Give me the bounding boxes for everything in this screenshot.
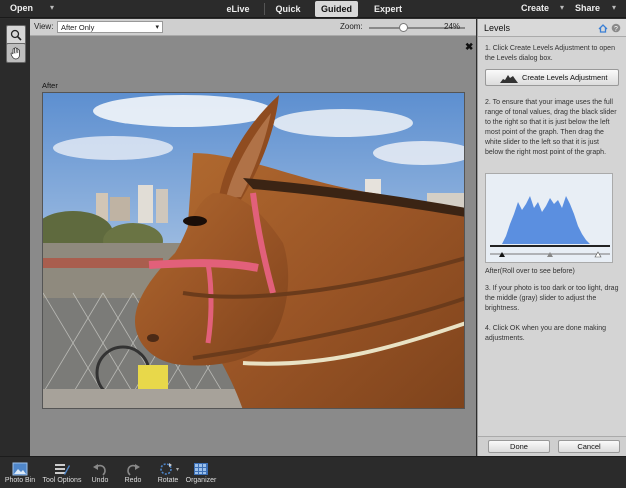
mode-expert[interactable]: Expert [366, 1, 410, 17]
open-caret-icon[interactable]: ▾ [50, 3, 54, 12]
done-button[interactable]: Done [488, 440, 550, 453]
panel-title: Levels [484, 23, 511, 33]
photo-bin-label: Photo Bin [4, 477, 36, 484]
toolbox [0, 19, 30, 456]
mule-photo [42, 92, 465, 409]
mode-separator [264, 3, 265, 15]
redo-icon [127, 464, 140, 476]
organizer-label: Organizer [185, 477, 217, 484]
zoom-label: Zoom: [340, 22, 363, 31]
after-label: After [42, 81, 58, 90]
hand-tool[interactable] [6, 43, 26, 63]
histogram-graph [486, 174, 612, 262]
view-dropdown-value: After Only [61, 23, 95, 32]
organizer-button[interactable]: Organizer [184, 461, 218, 484]
rotate-button[interactable]: ▾ Rotate [152, 461, 184, 484]
after-caption: After(Roll over to see before) [485, 268, 575, 275]
canvas-area: ✖ After [30, 36, 476, 456]
zoom-slider-handle[interactable] [399, 23, 408, 32]
photo-bin-icon [12, 462, 28, 476]
redo-button[interactable]: Redo [119, 461, 147, 484]
tool-options-label: Tool Options [42, 477, 82, 484]
undo-button[interactable]: Undo [86, 461, 114, 484]
photo-illustration [43, 93, 464, 408]
tool-options-button[interactable]: Tool Options [38, 461, 86, 484]
view-label: View: [34, 22, 54, 31]
levels-icon [500, 75, 518, 83]
mode-quick[interactable]: Quick [266, 1, 310, 17]
panel-header: Levels ? [478, 19, 626, 37]
mode-guided[interactable]: Guided [315, 1, 358, 17]
rotate-icon [160, 463, 172, 475]
create-levels-adjustment-label: Create Levels Adjustment [522, 73, 608, 82]
chevron-down-icon: ▾ [155, 24, 159, 31]
photo-bin-button[interactable]: Photo Bin [2, 461, 38, 484]
cancel-button[interactable]: Cancel [558, 440, 620, 453]
close-icon[interactable]: ✖ [465, 42, 473, 53]
step-4-text: 4. Click OK when you are done making adj… [485, 325, 607, 342]
home-icon[interactable] [598, 24, 608, 33]
share-caret-icon[interactable]: ▾ [612, 3, 616, 12]
options-bar: View: After Only ▾ Zoom: 24% [30, 19, 476, 36]
levels-histogram[interactable] [485, 173, 613, 263]
zoom-value: 24% [444, 22, 461, 31]
levels-panel: Levels ? 1. Click Create Levels Adjustme… [477, 19, 626, 456]
step-2-text: 2. To ensure that your image uses the fu… [485, 99, 617, 156]
panel-footer: Done Cancel [478, 436, 626, 456]
help-icon[interactable]: ? [611, 23, 621, 33]
top-menubar: Open ▾ eLive Quick Guided Expert Create … [0, 0, 626, 18]
step-1-text: 1. Click Create Levels Adjustment to ope… [485, 45, 615, 62]
svg-text:?: ? [614, 26, 618, 33]
create-menu[interactable]: Create [521, 3, 549, 13]
undo-label: Undo [91, 477, 109, 484]
tool-options-icon [55, 464, 70, 475]
bottom-bar: Photo Bin Tool Options Undo Redo ▾ Rotat… [0, 456, 626, 488]
zoom-icon [10, 29, 22, 41]
mode-elive[interactable]: eLive [218, 1, 258, 17]
redo-label: Redo [124, 477, 142, 484]
step-3-text: 3. If your photo is too dark or too ligh… [485, 285, 619, 312]
zoom-tool[interactable] [6, 25, 26, 45]
undo-icon [93, 464, 106, 476]
view-dropdown[interactable]: After Only ▾ [57, 21, 163, 33]
rotate-label: Rotate [157, 477, 179, 484]
open-menu[interactable]: Open [10, 3, 33, 13]
organizer-icon [194, 463, 208, 475]
create-caret-icon[interactable]: ▾ [560, 3, 564, 12]
create-levels-adjustment-button[interactable]: Create Levels Adjustment [485, 69, 619, 86]
hand-icon [10, 46, 20, 59]
share-menu[interactable]: Share [575, 3, 600, 13]
